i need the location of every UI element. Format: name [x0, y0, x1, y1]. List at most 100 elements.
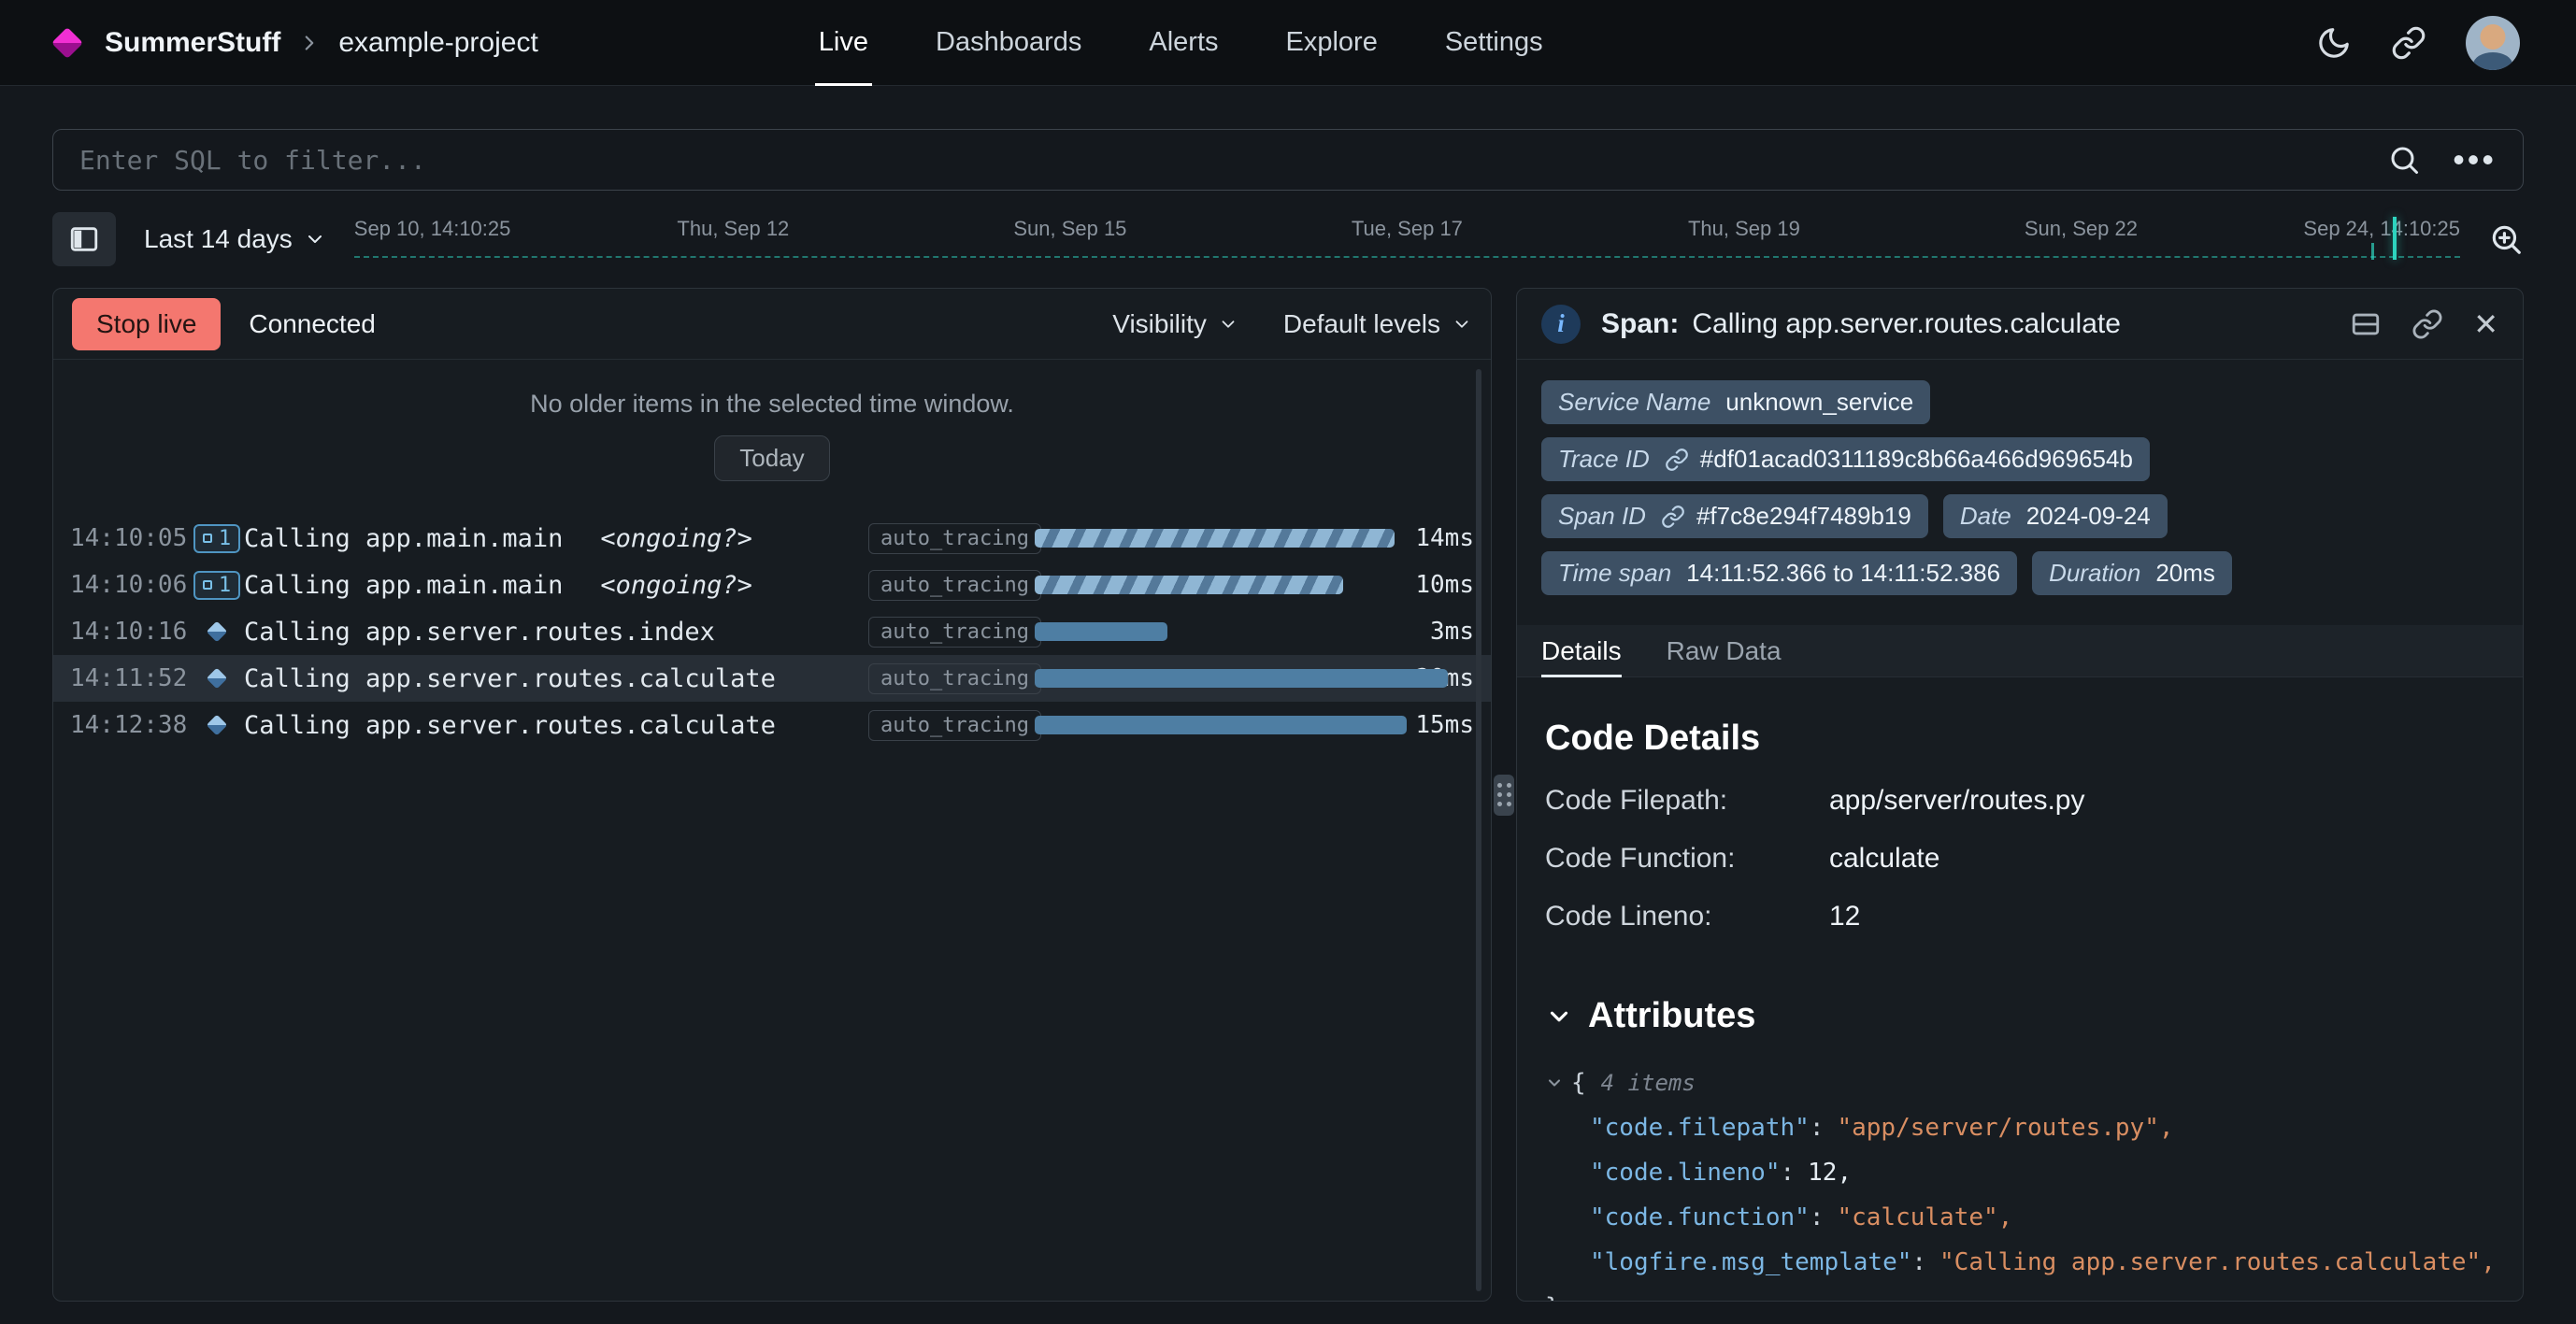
chevron-down-icon: [1218, 314, 1238, 335]
more-options-icon[interactable]: •••: [2453, 143, 2497, 177]
time-range-bar: Last 14 days Sep 10, 14:10:25 Thu, Sep 1…: [52, 209, 2524, 269]
chevron-down-icon: [1545, 1003, 1573, 1031]
json-open-brace: {: [1571, 1061, 1586, 1105]
row-timestamp: 14:10:05: [70, 524, 190, 552]
search-icon[interactable]: [2387, 143, 2421, 177]
span-row[interactable]: 14:10:06 1 Calling app.main.main<ongoing…: [53, 562, 1491, 608]
nav-tab-explore[interactable]: Explore: [1286, 0, 1378, 86]
span-link-icon[interactable]: [1661, 505, 1685, 529]
auto-tracing-tag: auto_tracing: [868, 570, 1041, 601]
timeline-track[interactable]: Sep 10, 14:10:25 Thu, Sep 12 Sun, Sep 15…: [354, 209, 2460, 269]
nav-tab-dashboards[interactable]: Dashboards: [936, 0, 1081, 86]
row-message: Calling app.server.routes.calculate: [244, 664, 776, 693]
detail-body: Code Details Code Filepath: app/server/r…: [1517, 677, 2523, 1301]
timeline-tick: Sep 24, 14:10:25: [2303, 217, 2460, 241]
span-count: 1: [219, 527, 231, 550]
json-entry: "logfire.msg_template":"Calling app.serv…: [1545, 1240, 2495, 1285]
brand-diamond-icon: [51, 27, 83, 59]
duration-bar: [1035, 669, 1448, 688]
timeline-activity-line: [354, 256, 2460, 258]
today-button[interactable]: Today: [714, 435, 829, 481]
user-avatar[interactable]: [2466, 16, 2520, 70]
stop-live-button[interactable]: Stop live: [72, 298, 221, 350]
timeline-tick: Sun, Sep 15: [1013, 217, 1126, 241]
scrollbar[interactable]: [1476, 369, 1481, 1291]
dark-mode-moon-icon[interactable]: [2316, 25, 2352, 61]
visibility-dropdown[interactable]: Visibility: [1112, 309, 1238, 339]
auto-tracing-tag: auto_tracing: [868, 710, 1041, 741]
navbar-actions: [2316, 16, 2520, 70]
code-filepath-row: Code Filepath: app/server/routes.py: [1545, 785, 2495, 817]
open-in-table-icon[interactable]: [2350, 308, 2382, 340]
span-metadata: Service Name unknown_service Trace ID #d…: [1517, 360, 2523, 614]
brand-name[interactable]: SummerStuff: [105, 27, 280, 59]
auto-tracing-tag: auto_tracing: [868, 663, 1041, 694]
code-details-heading: Code Details: [1545, 719, 2495, 759]
close-icon[interactable]: ✕: [2473, 309, 2498, 339]
span-row[interactable]: 14:11:52 Calling app.server.routes.calcu…: [53, 655, 1491, 702]
copy-link-icon[interactable]: [2411, 308, 2443, 340]
time-span-badge: Time span 14:11:52.366 to 14:11:52.386: [1541, 551, 2017, 595]
row-message: Calling app.main.main: [244, 524, 563, 553]
span-detail-panel: i Span:Calling app.server.routes.calcula…: [1516, 288, 2524, 1302]
tab-details[interactable]: Details: [1541, 625, 1622, 676]
row-timestamp: 14:10:16: [70, 618, 190, 646]
timeline-tick: Thu, Sep 19: [1688, 217, 1800, 241]
row-message: Calling app.server.routes.calculate: [244, 711, 776, 740]
time-range-dropdown[interactable]: Last 14 days: [144, 224, 326, 254]
timeline-activity-spike-minor: [2371, 243, 2374, 260]
share-link-icon[interactable]: [2391, 25, 2426, 61]
span-detail-header: i Span:Calling app.server.routes.calcula…: [1517, 289, 2523, 360]
attributes-json-viewer: { 4 items "code.filepath":"app/server/ro…: [1545, 1061, 2495, 1301]
live-view-panel: Stop live Connected Visibility Default l…: [52, 288, 1492, 1302]
service-name-badge: Service Name unknown_service: [1541, 380, 1930, 424]
trace-link-icon[interactable]: [1665, 448, 1689, 472]
chevron-down-icon: [1452, 314, 1472, 335]
connection-status: Connected: [249, 309, 375, 339]
default-levels-dropdown[interactable]: Default levels: [1283, 309, 1472, 339]
timeline-tick: Sun, Sep 22: [2025, 217, 2138, 241]
span-row[interactable]: 14:10:05 1 Calling app.main.main<ongoing…: [53, 515, 1491, 562]
duration-bar: [1035, 529, 1395, 548]
row-duration: 10ms: [1375, 571, 1474, 599]
row-ongoing-label: <ongoing?>: [600, 571, 752, 600]
json-entry: "code.filepath":"app/server/routes.py",: [1545, 1105, 2495, 1150]
auto-tracing-tag: auto_tracing: [868, 617, 1041, 648]
code-function-row: Code Function: calculate: [1545, 843, 2495, 875]
json-entry: "code.function":"calculate",: [1545, 1195, 2495, 1240]
row-timestamp: 14:11:52: [70, 664, 190, 692]
time-range-label: Last 14 days: [144, 224, 293, 254]
collapse-caret-icon[interactable]: [1545, 1074, 1564, 1092]
auto-tracing-tag: auto_tracing: [868, 523, 1041, 554]
tab-raw-data[interactable]: Raw Data: [1667, 625, 1782, 676]
chevron-down-icon: [304, 228, 326, 250]
timeline-tick: Thu, Sep 12: [677, 217, 789, 241]
nav-tabs: Live Dashboards Alerts Explore Settings: [819, 0, 1543, 86]
timeline-tick: Sep 10, 14:10:25: [354, 217, 511, 241]
json-entry: "code.lineno":12,: [1545, 1150, 2495, 1195]
row-message: Calling app.server.routes.index: [244, 618, 715, 647]
nav-tab-alerts[interactable]: Alerts: [1149, 0, 1218, 86]
info-icon: i: [1541, 305, 1581, 344]
detail-tabs: Details Raw Data: [1517, 625, 2523, 677]
square-icon: [203, 534, 212, 543]
panel-resize-handle[interactable]: [1494, 775, 1514, 816]
span-row[interactable]: 14:10:16 Calling app.server.routes.index…: [53, 608, 1491, 655]
span-id-badge: Span ID #f7c8e294f7489b19: [1541, 494, 1928, 538]
sql-filter-input[interactable]: [79, 145, 2387, 176]
json-items-count: 4 items: [1601, 1062, 1696, 1103]
attributes-section-toggle[interactable]: Attributes: [1545, 996, 2495, 1036]
nav-tab-settings[interactable]: Settings: [1445, 0, 1543, 86]
breadcrumb-chevron-icon: [297, 31, 322, 55]
collapsed-spans-count-icon[interactable]: 1: [190, 524, 244, 553]
live-view-header: Stop live Connected Visibility Default l…: [53, 289, 1491, 360]
project-breadcrumb[interactable]: example-project: [338, 27, 537, 59]
collapsed-spans-count-icon[interactable]: 1: [190, 571, 244, 600]
duration-badge: Duration 20ms: [2032, 551, 2232, 595]
zoom-in-icon[interactable]: [2488, 221, 2524, 257]
span-list: 14:10:05 1 Calling app.main.main <ongoing…: [53, 515, 1491, 748]
empty-window-message: No older items in the selected time wind…: [53, 360, 1491, 419]
sidebar-toggle-button[interactable]: [52, 212, 116, 266]
span-row[interactable]: 14:12:38 Calling app.server.routes.calcu…: [53, 702, 1491, 748]
nav-tab-live[interactable]: Live: [819, 0, 868, 86]
